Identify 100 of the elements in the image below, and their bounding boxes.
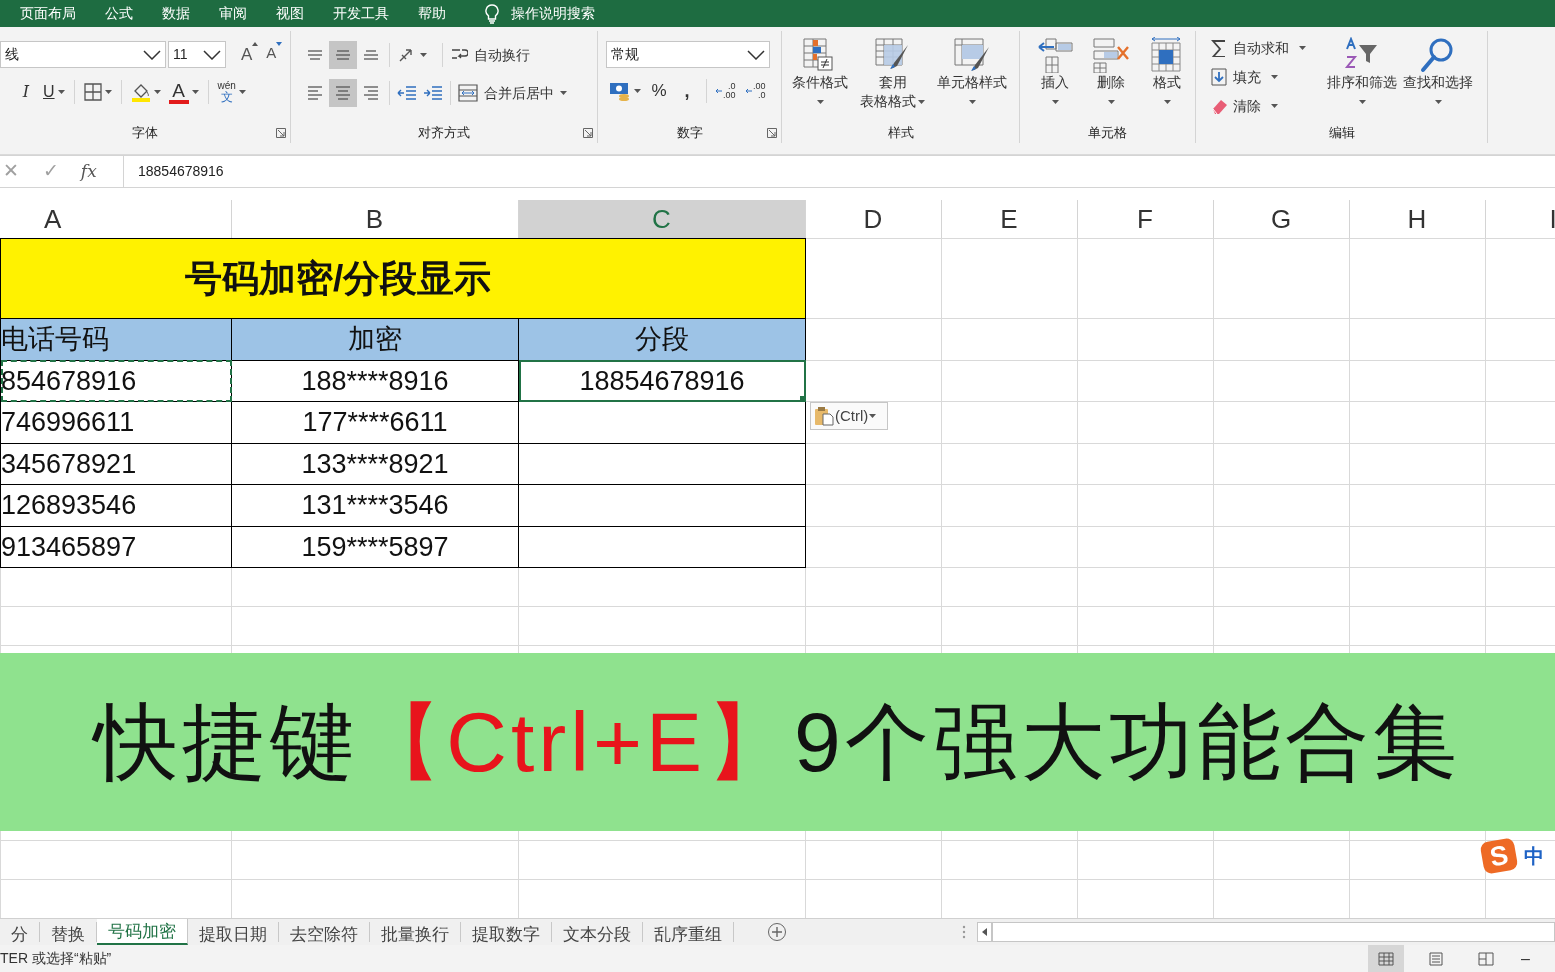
sheet-tab[interactable]: 批量换行 bbox=[370, 922, 461, 942]
wrap-text-button[interactable]: 自动换行 bbox=[447, 42, 533, 68]
sheet-tab[interactable]: 文本分段 bbox=[552, 922, 643, 942]
sheet-tab[interactable]: 提取数字 bbox=[461, 922, 552, 942]
tell-me-search[interactable]: 操作说明搜索 bbox=[511, 3, 595, 24]
add-sheet-icon[interactable] bbox=[767, 922, 787, 942]
splitter-handle-icon[interactable] bbox=[962, 925, 966, 939]
caret-icon[interactable] bbox=[1299, 46, 1306, 50]
column-header[interactable]: C bbox=[518, 200, 805, 238]
chevron-icon[interactable] bbox=[143, 49, 161, 60]
status-message: TER 或选择“粘贴” bbox=[0, 949, 112, 968]
paste-options-button[interactable]: (Ctrl) bbox=[810, 402, 888, 430]
sheet-tab[interactable]: 乱序重组 bbox=[643, 922, 734, 942]
caret-icon[interactable] bbox=[1051, 100, 1059, 104]
column-header[interactable]: F bbox=[1077, 200, 1213, 238]
view-button[interactable] bbox=[1368, 945, 1405, 972]
caret-icon[interactable] bbox=[968, 100, 976, 104]
menu-item[interactable]: 帮助 bbox=[418, 3, 446, 24]
insert-function-button[interactable]: fx bbox=[77, 158, 100, 185]
borders-icon bbox=[83, 83, 102, 101]
column-header[interactable]: D bbox=[805, 200, 941, 238]
sheet-tab[interactable]: 去空除符 bbox=[279, 922, 370, 942]
editing-menu-button[interactable]: 查找和选择 bbox=[1401, 31, 1475, 123]
grow-font-button[interactable]: A bbox=[238, 41, 262, 68]
decrease-decimal-button[interactable]: .00 .0 bbox=[743, 78, 771, 104]
column-header[interactable]: I bbox=[1485, 200, 1555, 238]
dialog-launcher-icon[interactable] bbox=[583, 128, 593, 138]
formula-input[interactable]: 18854678916 bbox=[124, 156, 1555, 187]
cells-command-button[interactable]: 格式 bbox=[1146, 31, 1188, 123]
menu-item[interactable]: 公式 bbox=[105, 3, 133, 24]
editing-command-button[interactable]: 填充 bbox=[1208, 64, 1323, 90]
table-cell: 133****8921 bbox=[231, 443, 519, 485]
scroll-left-button[interactable] bbox=[977, 922, 992, 942]
style-gallery-button[interactable]: 套用 表格格式 bbox=[858, 31, 927, 123]
cells-command-button[interactable]: 插入 bbox=[1034, 31, 1076, 123]
caret-icon[interactable] bbox=[560, 91, 567, 95]
ime-mode-indicator[interactable]: 中 bbox=[1524, 841, 1544, 871]
caret-icon[interactable] bbox=[634, 89, 641, 93]
sheet-tab[interactable]: 号码加密 bbox=[97, 919, 188, 945]
sheet-title-cell: 号码加密/分段显示 bbox=[0, 238, 806, 319]
menu-item[interactable]: 数据 bbox=[162, 3, 190, 24]
comma-style-button[interactable]: , bbox=[674, 78, 700, 104]
dialog-launcher-icon[interactable] bbox=[276, 128, 286, 138]
group-label: 编辑 bbox=[1328, 124, 1355, 143]
indent-icon bbox=[423, 84, 443, 102]
column-header[interactable]: E bbox=[941, 200, 1077, 238]
arrow-left-icon bbox=[982, 928, 987, 936]
number-format-dropdown[interactable]: 常规 bbox=[606, 41, 770, 68]
underline-button[interactable]: U bbox=[40, 79, 68, 105]
sheet-tab[interactable]: 分 bbox=[0, 922, 40, 942]
caret-icon[interactable] bbox=[191, 90, 199, 94]
caret-icon[interactable] bbox=[420, 53, 427, 57]
table-cell: 854678916 bbox=[0, 360, 232, 402]
shrink-font-button[interactable]: A bbox=[263, 41, 286, 68]
caret-icon[interactable] bbox=[816, 100, 824, 104]
italic-button[interactable]: I bbox=[14, 79, 38, 105]
column-header[interactable]: H bbox=[1349, 200, 1485, 238]
style-gallery-button[interactable]: 条件格式 bbox=[790, 31, 850, 123]
percent-button[interactable]: % bbox=[646, 78, 672, 104]
chevron-icon[interactable] bbox=[203, 49, 221, 60]
menu-item[interactable]: 视图 bbox=[276, 3, 304, 24]
font-color-button[interactable]: A bbox=[165, 79, 202, 105]
menu-item[interactable]: 开发工具 bbox=[333, 3, 389, 24]
caret-icon[interactable] bbox=[1434, 100, 1442, 104]
editing-menu-button[interactable]: 排序和筛选 bbox=[1325, 31, 1399, 123]
caret-icon[interactable] bbox=[57, 90, 65, 94]
caret-icon[interactable] bbox=[153, 90, 161, 94]
caret-icon[interactable] bbox=[104, 90, 112, 94]
table-cell: 913465897 bbox=[0, 526, 232, 568]
font-name-dropdown[interactable]: 线 bbox=[0, 41, 166, 68]
caret-icon[interactable] bbox=[1163, 100, 1171, 104]
caret-icon[interactable] bbox=[1271, 75, 1278, 79]
font-size-dropdown[interactable]: 11 bbox=[168, 41, 226, 68]
menu-item[interactable]: 页面布局 bbox=[20, 3, 76, 24]
horizontal-scrollbar[interactable] bbox=[992, 922, 1555, 942]
phonetic-button[interactable]: wén 文 bbox=[214, 79, 249, 105]
dialog-launcher-icon[interactable] bbox=[767, 128, 777, 138]
table-cell: 159****5897 bbox=[231, 526, 519, 568]
sheet-tab[interactable]: 提取日期 bbox=[188, 922, 279, 942]
caret-icon[interactable] bbox=[238, 90, 246, 94]
column-header[interactable]: G bbox=[1213, 200, 1349, 238]
menu-item[interactable]: 审阅 bbox=[219, 3, 247, 24]
caret-icon[interactable] bbox=[918, 99, 925, 104]
insert-cells-icon bbox=[1036, 37, 1074, 73]
zoom-out-button[interactable]: – bbox=[1518, 945, 1533, 972]
caret-icon[interactable] bbox=[1107, 100, 1115, 104]
caret-icon[interactable] bbox=[1271, 104, 1278, 108]
cells-command-button[interactable]: 删除 bbox=[1090, 31, 1132, 123]
increase-decimal-button[interactable]: .0 .00 bbox=[713, 78, 741, 104]
column-header[interactable]: B bbox=[231, 200, 518, 238]
editing-command-button[interactable]: 清除 bbox=[1208, 93, 1323, 119]
caret-icon[interactable] bbox=[1358, 100, 1366, 104]
chevron-icon[interactable] bbox=[747, 49, 765, 60]
table-cell: 177****6611 bbox=[231, 401, 519, 443]
caret-icon[interactable] bbox=[869, 414, 877, 418]
arrow-icon bbox=[716, 88, 722, 94]
page-break-icon bbox=[1478, 951, 1495, 966]
style-gallery-button[interactable]: 单元格样式 bbox=[935, 31, 1009, 123]
editing-command-button[interactable]: 自动求和 bbox=[1208, 35, 1323, 61]
merge-center-button[interactable]: 合并后居中 bbox=[455, 80, 570, 106]
